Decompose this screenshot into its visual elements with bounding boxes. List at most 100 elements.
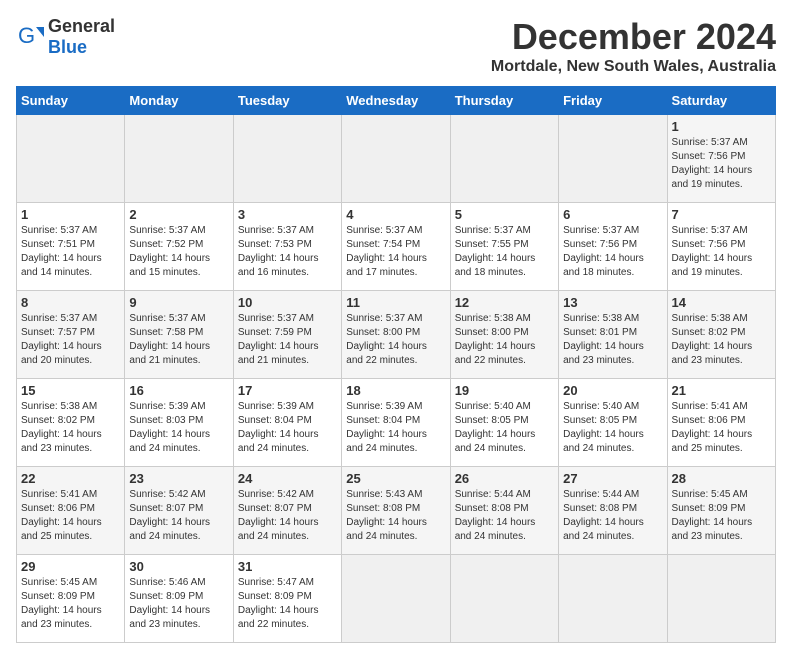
day-number: 5 [455, 207, 554, 222]
table-row: 20Sunrise: 5:40 AMSunset: 8:05 PMDayligh… [559, 379, 667, 467]
day-number: 11 [346, 295, 445, 310]
svg-text:G: G [18, 23, 35, 48]
table-row: 26Sunrise: 5:44 AMSunset: 8:08 PMDayligh… [450, 467, 558, 555]
table-row: 2 Sunrise: 5:37 AMSunset: 7:52 PMDaylight… [125, 203, 233, 291]
table-row [342, 115, 450, 203]
table-row: 18Sunrise: 5:39 AMSunset: 8:04 PMDayligh… [342, 379, 450, 467]
col-tuesday: Tuesday [233, 87, 341, 115]
day-number: 19 [455, 383, 554, 398]
table-row: 28Sunrise: 5:45 AMSunset: 8:09 PMDayligh… [667, 467, 775, 555]
day-number: 14 [672, 295, 771, 310]
table-row [559, 115, 667, 203]
day-info: Sunrise: 5:38 AMSunset: 8:02 PMDaylight:… [21, 400, 120, 456]
day-info: Sunrise: 5:42 AMSunset: 8:07 PMDaylight:… [238, 488, 337, 544]
table-row: 11Sunrise: 5:37 AMSunset: 8:00 PMDayligh… [342, 291, 450, 379]
table-row: 25Sunrise: 5:43 AMSunset: 8:08 PMDayligh… [342, 467, 450, 555]
day-info: Sunrise: 5:37 AMSunset: 7:54 PMDaylight:… [346, 224, 445, 280]
day-number: 21 [672, 383, 771, 398]
table-row: 4Sunrise: 5:37 AMSunset: 7:54 PMDaylight… [342, 203, 450, 291]
table-row: 8 Sunrise: 5:37 AMSunset: 7:57 PMDaylight… [17, 291, 125, 379]
calendar-week-row: 15 Sunrise: 5:38 AMSunset: 8:02 PMDayligh… [17, 379, 776, 467]
table-row: 29 Sunrise: 5:45 AMSunset: 8:09 PMDayligh… [17, 555, 125, 643]
table-row: 31 Sunrise: 5:47 AMSunset: 8:09 PMDayligh… [233, 555, 341, 643]
col-monday: Monday [125, 87, 233, 115]
table-row: 30 Sunrise: 5:46 AMSunset: 8:09 PMDayligh… [125, 555, 233, 643]
day-info: Sunrise: 5:38 AMSunset: 8:02 PMDaylight:… [672, 312, 771, 368]
table-row: 23Sunrise: 5:42 AMSunset: 8:07 PMDayligh… [125, 467, 233, 555]
table-row [342, 555, 450, 643]
day-number: 13 [563, 295, 662, 310]
day-info: Sunrise: 5:37 AMSunset: 7:56 PMDaylight:… [563, 224, 662, 280]
day-number: 10 [238, 295, 337, 310]
table-row [233, 115, 341, 203]
day-info: Sunrise: 5:37 AMSunset: 7:59 PMDaylight:… [238, 312, 337, 368]
col-thursday: Thursday [450, 87, 558, 115]
calendar-week-row: 1 Sunrise: 5:37 AMSunset: 7:56 PMDaylight… [17, 115, 776, 203]
table-row [450, 555, 558, 643]
table-row: 15 Sunrise: 5:38 AMSunset: 8:02 PMDayligh… [17, 379, 125, 467]
day-number: 23 [129, 471, 228, 486]
calendar-header-row: Sunday Monday Tuesday Wednesday Thursday… [17, 87, 776, 115]
day-number: 2 [129, 207, 228, 222]
day-number: 1 [21, 207, 120, 222]
day-number: 27 [563, 471, 662, 486]
day-info: Sunrise: 5:40 AMSunset: 8:05 PMDaylight:… [563, 400, 662, 456]
calendar-week-row: 8 Sunrise: 5:37 AMSunset: 7:57 PMDaylight… [17, 291, 776, 379]
day-info: Sunrise: 5:37 AMSunset: 7:57 PMDaylight:… [21, 312, 120, 368]
table-row: 14 Sunrise: 5:38 AMSunset: 8:02 PMDayligh… [667, 291, 775, 379]
day-info: Sunrise: 5:37 AMSunset: 7:58 PMDaylight:… [129, 312, 228, 368]
table-row: 5Sunrise: 5:37 AMSunset: 7:55 PMDaylight… [450, 203, 558, 291]
header: G General Blue December 2024 Mortdale, N… [16, 16, 776, 76]
day-number: 30 [129, 559, 228, 574]
month-title: December 2024 [491, 16, 776, 58]
table-row [125, 115, 233, 203]
day-info: Sunrise: 5:45 AMSunset: 8:09 PMDaylight:… [672, 488, 771, 544]
calendar-week-row: 1Sunrise: 5:37 AMSunset: 7:51 PMDaylight… [17, 203, 776, 291]
table-row: 3Sunrise: 5:37 AMSunset: 7:53 PMDaylight… [233, 203, 341, 291]
table-row [450, 115, 558, 203]
table-row: 27Sunrise: 5:44 AMSunset: 8:08 PMDayligh… [559, 467, 667, 555]
day-number: 6 [563, 207, 662, 222]
table-row: 16Sunrise: 5:39 AMSunset: 8:03 PMDayligh… [125, 379, 233, 467]
day-number: 8 [21, 295, 120, 310]
day-number: 31 [238, 559, 337, 574]
day-number: 7 [672, 207, 771, 222]
day-number: 17 [238, 383, 337, 398]
table-row: 17 Sunrise: 5:39 AMSunset: 8:04 PMDayligh… [233, 379, 341, 467]
calendar-table: Sunday Monday Tuesday Wednesday Thursday… [16, 86, 776, 643]
location-title: Mortdale, New South Wales, Australia [491, 58, 776, 76]
day-info: Sunrise: 5:37 AMSunset: 7:56 PMDaylight:… [672, 136, 771, 192]
table-row: 12Sunrise: 5:38 AMSunset: 8:00 PMDayligh… [450, 291, 558, 379]
day-info: Sunrise: 5:38 AMSunset: 8:00 PMDaylight:… [455, 312, 554, 368]
day-info: Sunrise: 5:46 AMSunset: 8:09 PMDaylight:… [129, 576, 228, 632]
day-info: Sunrise: 5:39 AMSunset: 8:04 PMDaylight:… [238, 400, 337, 456]
day-info: Sunrise: 5:47 AMSunset: 8:09 PMDaylight:… [238, 576, 337, 632]
day-number: 24 [238, 471, 337, 486]
table-row: 22Sunrise: 5:41 AMSunset: 8:06 PMDayligh… [17, 467, 125, 555]
logo-text: General Blue [48, 16, 115, 58]
day-number: 29 [21, 559, 120, 574]
col-saturday: Saturday [667, 87, 775, 115]
col-friday: Friday [559, 87, 667, 115]
day-info: Sunrise: 5:37 AMSunset: 7:52 PMDaylight:… [129, 224, 228, 280]
logo-general: General [48, 16, 115, 36]
table-row [667, 555, 775, 643]
table-row: 9Sunrise: 5:37 AMSunset: 7:58 PMDaylight… [125, 291, 233, 379]
table-row: 6 Sunrise: 5:37 AMSunset: 7:56 PMDaylight… [559, 203, 667, 291]
table-row: 1Sunrise: 5:37 AMSunset: 7:51 PMDaylight… [17, 203, 125, 291]
day-number: 1 [672, 119, 771, 134]
day-info: Sunrise: 5:41 AMSunset: 8:06 PMDaylight:… [672, 400, 771, 456]
day-number: 22 [21, 471, 120, 486]
title-area: December 2024 Mortdale, New South Wales,… [491, 16, 776, 76]
table-row: 7 Sunrise: 5:37 AMSunset: 7:56 PMDaylight… [667, 203, 775, 291]
table-row: 10 Sunrise: 5:37 AMSunset: 7:59 PMDayligh… [233, 291, 341, 379]
day-number: 15 [21, 383, 120, 398]
day-info: Sunrise: 5:37 AMSunset: 7:56 PMDaylight:… [672, 224, 771, 280]
day-info: Sunrise: 5:44 AMSunset: 8:08 PMDaylight:… [455, 488, 554, 544]
day-info: Sunrise: 5:39 AMSunset: 8:04 PMDaylight:… [346, 400, 445, 456]
table-row: 13Sunrise: 5:38 AMSunset: 8:01 PMDayligh… [559, 291, 667, 379]
table-row: 21 Sunrise: 5:41 AMSunset: 8:06 PMDayligh… [667, 379, 775, 467]
calendar-week-row: 22Sunrise: 5:41 AMSunset: 8:06 PMDayligh… [17, 467, 776, 555]
day-info: Sunrise: 5:45 AMSunset: 8:09 PMDaylight:… [21, 576, 120, 632]
day-info: Sunrise: 5:40 AMSunset: 8:05 PMDaylight:… [455, 400, 554, 456]
